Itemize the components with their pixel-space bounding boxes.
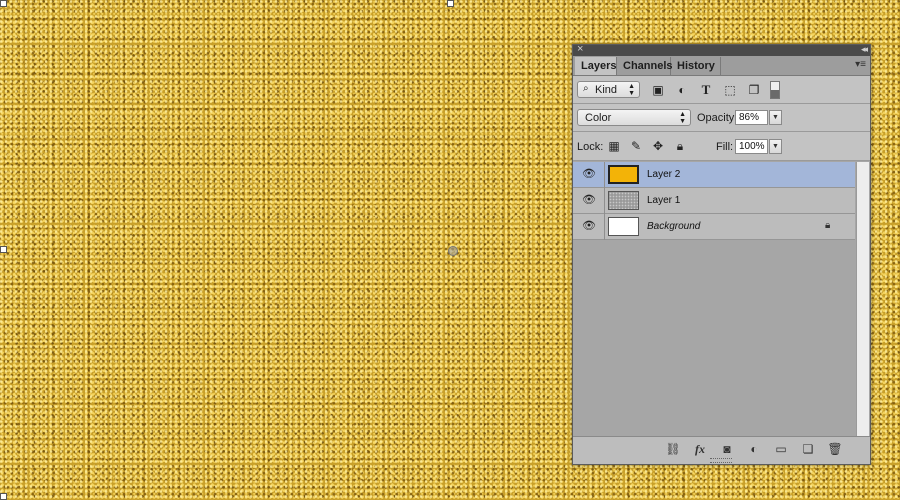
eye-icon[interactable]: 👁︎ bbox=[581, 168, 597, 181]
transform-handle-left-mid[interactable] bbox=[0, 246, 7, 253]
new-layer-icon[interactable]: ❏ bbox=[800, 441, 816, 457]
column-divider bbox=[604, 188, 605, 214]
panel-menu-icon[interactable]: ▾≡ bbox=[855, 59, 866, 70]
updown-arrows-icon: ▲ ▼ bbox=[628, 83, 635, 97]
link-layers-icon[interactable]: ⛓︎ bbox=[665, 441, 681, 457]
eye-icon[interactable]: 👁︎ bbox=[581, 194, 597, 207]
search-icon: ⌕ bbox=[583, 83, 589, 94]
tab-layers[interactable]: Layers bbox=[575, 57, 617, 75]
pixel-filter-icon[interactable]: ▣ bbox=[650, 82, 666, 98]
layers-scrollbar[interactable] bbox=[856, 162, 869, 436]
column-divider bbox=[604, 162, 605, 188]
tab-history[interactable]: History bbox=[671, 57, 721, 75]
fill-input[interactable]: 100% bbox=[735, 139, 768, 154]
filter-toggle-icon[interactable] bbox=[770, 81, 780, 99]
lock-icon[interactable]: 🔒︎ bbox=[825, 220, 830, 231]
adjustment-filter-icon[interactable]: ◐ bbox=[674, 82, 690, 98]
filter-kind-label: Kind bbox=[595, 84, 618, 96]
add-mask-icon[interactable]: ◙ bbox=[719, 441, 735, 457]
layer-row-background[interactable]: 👁︎ Background 🔒︎ bbox=[573, 214, 855, 240]
opacity-input[interactable]: 86% bbox=[735, 110, 768, 125]
lock-all-icon[interactable]: 🔒︎ bbox=[672, 138, 688, 154]
transform-handle-top-left[interactable] bbox=[0, 0, 7, 7]
layer-row-layer-1[interactable]: 👁︎ Layer 1 bbox=[573, 188, 855, 214]
panel-resize-grip[interactable] bbox=[710, 458, 732, 463]
collapse-icon[interactable]: ◂◂ bbox=[861, 43, 868, 56]
opacity-dropdown-icon[interactable]: ▼ bbox=[769, 110, 782, 125]
layer-name[interactable]: Layer 1 bbox=[647, 195, 680, 206]
shape-filter-icon[interactable]: ⬚ bbox=[722, 82, 738, 98]
transform-handle-top-mid[interactable] bbox=[447, 0, 454, 7]
adjustment-layer-icon[interactable]: ◐ bbox=[746, 441, 762, 457]
layer-name[interactable]: Layer 2 bbox=[647, 169, 680, 180]
fx-icon[interactable]: fx bbox=[692, 441, 708, 457]
layer-thumbnail bbox=[608, 191, 639, 210]
lock-row: Lock: ▦ ✎ ✥ 🔒︎ Fill: 100% ▼ bbox=[573, 132, 870, 161]
panel-tabs: Layers Channels History ▾≡ bbox=[573, 56, 870, 76]
transform-center-point[interactable] bbox=[448, 246, 458, 256]
filter-row: ⌕ Kind ▲ ▼ ▣ ◐ T ⬚ ❐ bbox=[573, 76, 870, 104]
type-filter-icon[interactable]: T bbox=[698, 82, 714, 98]
tab-channels[interactable]: Channels bbox=[617, 57, 673, 75]
column-divider bbox=[604, 214, 605, 240]
smart-object-filter-icon[interactable]: ❐ bbox=[746, 82, 762, 98]
blend-mode-value: Color bbox=[585, 112, 612, 124]
transform-handle-bottom-left[interactable] bbox=[0, 493, 7, 500]
panel-titlebar: × ◂◂ bbox=[573, 43, 870, 56]
new-group-icon[interactable]: ▭ bbox=[773, 441, 789, 457]
lock-label: Lock: bbox=[577, 141, 604, 153]
layers-panel: × ◂◂ Layers Channels History ▾≡ ⌕ Kind ▲… bbox=[572, 43, 871, 465]
lock-image-icon[interactable]: ✎ bbox=[628, 138, 644, 154]
close-icon[interactable]: × bbox=[577, 43, 583, 56]
filter-kind-select[interactable]: ⌕ Kind ▲ ▼ bbox=[577, 81, 640, 98]
blend-row: Color ▲ ▼ Opacity: 86% ▼ bbox=[573, 104, 870, 132]
opacity-label: Opacity: bbox=[697, 112, 738, 124]
panel-bottom-toolbar: ⛓︎ fx ◙ ◐ ▭ ❏ 🗑︎ bbox=[573, 436, 870, 464]
blend-mode-select[interactable]: Color ▲ ▼ bbox=[577, 109, 691, 126]
fill-dropdown-icon[interactable]: ▼ bbox=[769, 139, 782, 154]
layer-name[interactable]: Background bbox=[647, 221, 700, 232]
layer-thumbnail bbox=[608, 165, 639, 184]
updown-arrows-icon: ▲ ▼ bbox=[679, 111, 686, 125]
layer-row-layer-2[interactable]: 👁︎ Layer 2 bbox=[573, 162, 855, 188]
fill-label: Fill: bbox=[716, 141, 734, 153]
delete-layer-icon[interactable]: 🗑︎ bbox=[827, 441, 843, 457]
lock-position-icon[interactable]: ✥ bbox=[650, 138, 666, 154]
layer-thumbnail bbox=[608, 217, 639, 236]
eye-icon[interactable]: 👁︎ bbox=[581, 220, 597, 233]
lock-transparent-icon[interactable]: ▦ bbox=[606, 138, 622, 154]
